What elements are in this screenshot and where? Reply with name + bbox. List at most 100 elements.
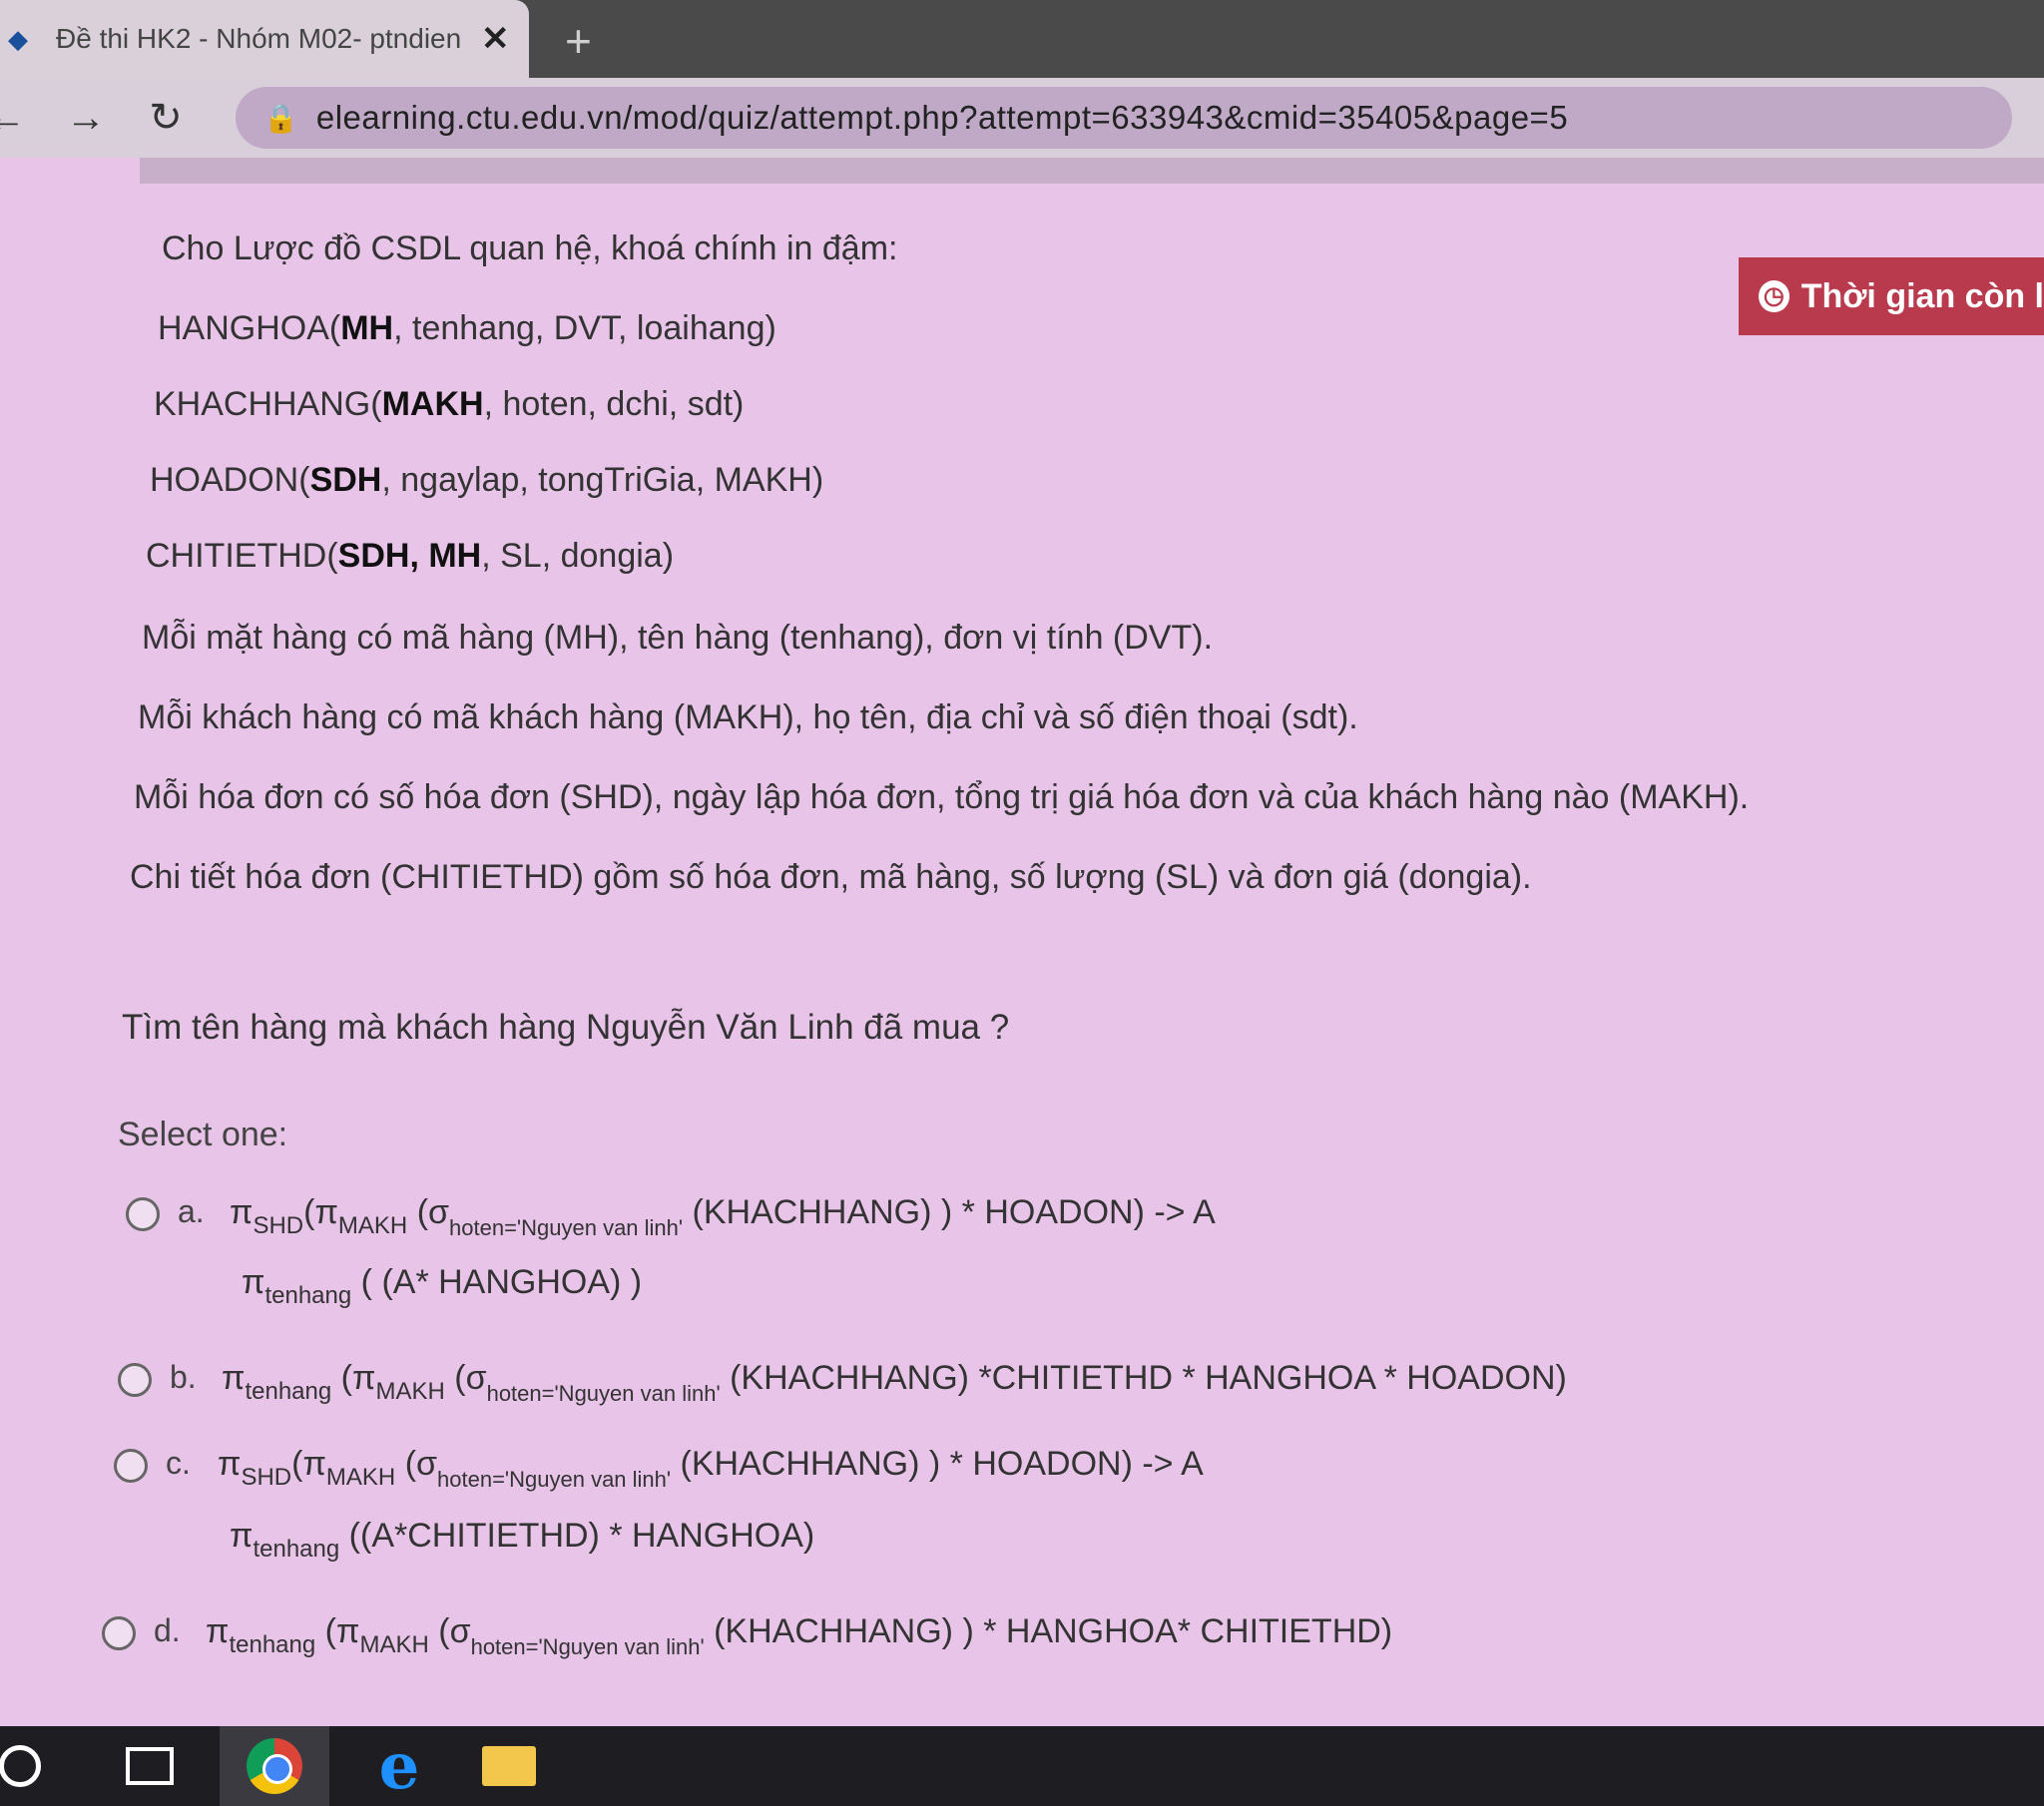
tab-title: Đề thi HK2 - Nhóm M02- ptndien [56,23,462,54]
sigma-symbol: (σ [428,1612,471,1650]
folder-icon [482,1746,536,1786]
new-tab-button[interactable]: + [565,18,592,64]
sigma-symbol: (σ [444,1359,487,1397]
tab-bar: ◆ Đề thi HK2 - Nhóm M02- ptndien ✕ + [0,0,2044,78]
subscript: tenhang [245,1378,332,1405]
pi-symbol: (π [315,1612,360,1650]
timer-label: Thời gian còn l [1800,276,2044,315]
browser-tab[interactable]: ◆ Đề thi HK2 - Nhóm M02- ptndien ✕ [0,0,529,78]
schema-keys: SDH, MH [337,537,482,575]
schema-name: CHITIETHD( [146,537,338,575]
subscript: tenhang [264,1282,352,1309]
option-d-formula: πtenhang (πMAKH (σhoten='Nguyen van linh… [206,1612,1392,1660]
taskbar-chrome[interactable] [220,1726,329,1806]
address-bar[interactable]: 🔒 elearning.ctu.edu.vn/mod/quiz/attempt.… [236,87,2012,149]
pi-symbol: π [242,1263,265,1301]
option-letter: c. [166,1445,191,1481]
quiz-timer: ◷ Thời gian còn l [1739,257,2044,335]
schema-name: HOADON( [150,461,310,499]
option-letter: b. [170,1359,197,1395]
pi-symbol: π [218,1445,242,1483]
pi-symbol: π [230,1193,254,1231]
chrome-icon [247,1738,302,1794]
edge-icon: e [378,1728,420,1804]
schema-keys: MH [340,309,394,347]
search-icon [0,1745,41,1787]
schema-hoadon: HOADON(SDH, ngaylap, tongTriGia, MAKH) [150,461,823,500]
moodle-favicon-icon: ◆ [8,24,28,54]
task-view-icon [126,1747,174,1785]
option-letter: d. [154,1612,181,1648]
subscript: MAKH [325,1464,396,1491]
schema-name: KHACHHANG( [154,385,382,423]
description-khachhang: Mỗi khách hàng có mã khách hàng (MAKH), … [138,698,1358,736]
option-d[interactable]: d. πtenhang (πMAKH (σhoten='Nguyen van l… [102,1612,1392,1660]
question-prompt: Tìm tên hàng mà khách hàng Nguyễn Văn Li… [122,1008,1010,1047]
taskbar-edge[interactable]: e [359,1726,439,1806]
option-c-formula-line1: πSHD(πMAKH (σhoten='Nguyen van linh' (KH… [218,1445,1204,1493]
description-chitiethd: Chi tiết hóa đơn (CHITIETHD) gồm số hóa … [130,858,1532,896]
option-a[interactable]: a. πSHD(πMAKH (σhoten='Nguyen van linh' … [126,1193,1216,1241]
selection-condition: hoten='Nguyen van linh' [470,1634,705,1659]
option-b-formula: πtenhang (πMAKH (σhoten='Nguyen van linh… [222,1359,1567,1407]
schema-khachhang: KHACHHANG(MAKH, hoten, dchi, sdt) [154,385,744,424]
url-text[interactable]: elearning.ctu.edu.vn/mod/quiz/attempt.ph… [316,99,1568,137]
taskbar-file-explorer[interactable] [469,1726,549,1806]
pi-symbol: π [222,1359,246,1397]
option-a-radio[interactable] [126,1197,160,1231]
selection-condition: hoten='Nguyen van linh' [449,1215,684,1240]
schema-rest: , ngaylap, tongTriGia, MAKH) [381,461,824,499]
subscript: MAKH [337,1212,408,1239]
reload-button[interactable]: ↻ [136,95,196,141]
option-c-radio[interactable] [114,1449,148,1483]
formula-rest: ( (A* HANGHOA) ) [351,1263,643,1301]
taskbar-task-view[interactable] [110,1726,190,1806]
pi-symbol: (π [331,1359,376,1397]
formula-rest: (KHACHHANG) *CHITIETHD * HANGHOA * HOADO… [720,1359,1567,1397]
option-b-radio[interactable] [118,1363,152,1397]
question-intro: Cho Lược đồ CSDL quan hệ, khoá chính in … [162,229,898,267]
option-c-formula-line2: πtenhang ((A*CHITIETHD) * HANGHOA) [230,1517,814,1564]
subscript: SHD [253,1212,304,1239]
selection-condition: hoten='Nguyen van linh' [437,1467,672,1492]
sigma-symbol: (σ [407,1193,450,1231]
schema-rest: , hoten, dchi, sdt) [483,385,745,423]
windows-taskbar: e [0,1726,2044,1806]
schema-rest: , tenhang, DVT, loaihang) [393,309,776,347]
description-mathang: Mỗi mặt hàng có mã hàng (MH), tên hàng (… [142,619,1214,657]
formula-rest: ((A*CHITIETHD) * HANGHOA) [339,1517,815,1555]
back-button[interactable]: ← [0,96,36,141]
option-a-formula-line1: πSHD(πMAKH (σhoten='Nguyen van linh' (KH… [230,1193,1216,1241]
option-c[interactable]: c. πSHD(πMAKH (σhoten='Nguyen van linh' … [114,1445,1204,1493]
subscript: tenhang [253,1536,340,1563]
option-letter: a. [178,1193,205,1229]
schema-chitiethd: CHITIETHD(SDH, MH, SL, dongia) [146,537,674,576]
page-top-strip [140,158,2044,184]
schema-keys: MAKH [381,385,484,423]
subscript: SHD [241,1464,292,1491]
select-one-label: Select one: [118,1116,288,1153]
subscript: MAKH [359,1631,429,1658]
schema-rest: , SL, dongia) [481,537,675,575]
option-d-radio[interactable] [102,1616,136,1650]
option-a-formula-line2: πtenhang ( (A* HANGHOA) ) [242,1263,642,1310]
sigma-symbol: (σ [395,1445,438,1483]
pi-symbol: (π [303,1193,338,1231]
browser-toolbar: ← → ↻ 🔒 elearning.ctu.edu.vn/mod/quiz/at… [0,78,2044,158]
forward-button[interactable]: → [56,96,116,141]
lock-icon: 🔒 [263,102,298,134]
option-b[interactable]: b. πtenhang (πMAKH (σhoten='Nguyen van l… [118,1359,1567,1407]
tab-close-icon[interactable]: ✕ [481,19,510,59]
schema-name: HANGHOA( [158,309,341,347]
pi-symbol: π [230,1517,254,1555]
schema-hanghoa: HANGHOA(MH, tenhang, DVT, loaihang) [158,309,776,348]
pi-symbol: π [206,1612,230,1650]
pi-symbol: (π [291,1445,326,1483]
formula-rest: (KHACHHANG) ) * HANGHOA* CHITIETHD) [704,1612,1393,1650]
formula-rest: (KHACHHANG) ) * HOADON) -> A [671,1445,1204,1483]
selection-condition: hoten='Nguyen van linh' [486,1381,721,1406]
formula-rest: (KHACHHANG) ) * HOADON) -> A [683,1193,1216,1231]
taskbar-search[interactable] [0,1726,60,1806]
subscript: tenhang [229,1631,316,1658]
description-hoadon: Mỗi hóa đơn có số hóa đơn (SHD), ngày lậ… [134,778,1750,816]
